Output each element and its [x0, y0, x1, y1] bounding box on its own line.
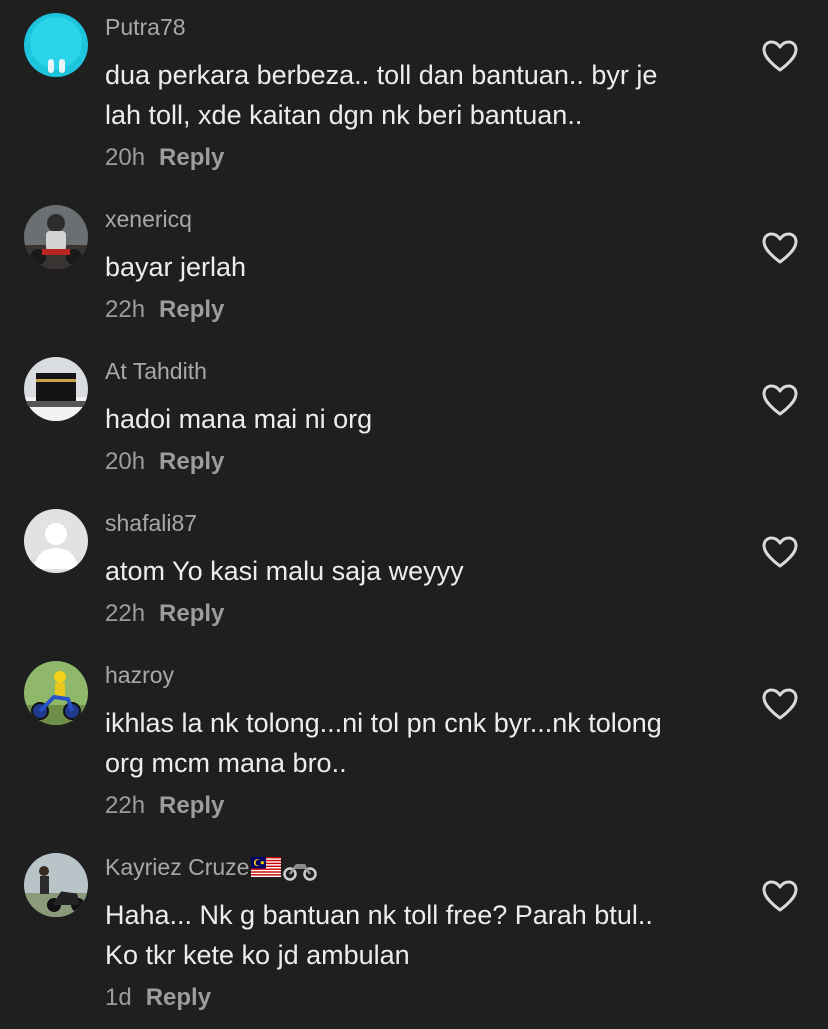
comment-list: Putra78 dua perkara berbeza.. toll dan b…: [0, 0, 828, 1029]
comment-meta: 22h Reply: [105, 293, 745, 327]
comment-text-line: ikhlas la nk tolong...ni tol pn cnk byr.…: [105, 708, 662, 738]
comment-text-line: lah toll, xde kaitan dgn nk beri bantuan…: [105, 100, 583, 130]
reply-button[interactable]: Reply: [146, 984, 211, 1011]
comment-meta: 20h Reply: [105, 141, 745, 175]
reply-button[interactable]: Reply: [159, 296, 224, 323]
comment-username-text: Kayriez Cruze: [105, 854, 250, 880]
comment-text: dua perkara berbeza.. toll dan bantuan..…: [105, 55, 745, 135]
motorcycle-emoji: [283, 864, 318, 881]
comment-text-line: hadoi mana mai ni org: [105, 404, 373, 434]
comment-text-line: dua perkara berbeza.. toll dan bantuan..…: [105, 60, 658, 90]
avatar[interactable]: [24, 13, 88, 77]
malaysia-flag-emoji: [251, 857, 282, 877]
heart-outline-icon[interactable]: [760, 229, 800, 269]
comment-username[interactable]: At Tahdith: [105, 357, 745, 385]
comment-text: Haha... Nk g bantuan nk toll free? Parah…: [105, 895, 745, 975]
heart-outline-icon[interactable]: [760, 37, 800, 77]
comment-username[interactable]: shafali87: [105, 509, 745, 537]
reply-button[interactable]: Reply: [159, 144, 224, 171]
comment-text: ikhlas la nk tolong...ni tol pn cnk byr.…: [105, 703, 745, 783]
comment-timestamp: 20h: [105, 448, 146, 475]
comment-timestamp: 22h: [105, 600, 146, 627]
avatar[interactable]: [24, 205, 88, 269]
comment-username[interactable]: xenericq: [105, 205, 745, 233]
comment-text: bayar jerlah: [105, 247, 745, 287]
default-avatar-icon[interactable]: [24, 509, 88, 573]
comment-meta: 1d Reply: [105, 981, 745, 1015]
reply-button[interactable]: Reply: [159, 448, 224, 475]
reply-button[interactable]: Reply: [159, 792, 224, 819]
comment-username[interactable]: hazroy: [105, 661, 745, 689]
comment-text-line: org mcm mana bro..: [105, 748, 347, 778]
avatar[interactable]: [24, 661, 88, 725]
reply-button[interactable]: Reply: [159, 600, 224, 627]
comment-meta: 22h Reply: [105, 597, 745, 631]
comment-timestamp: 20h: [105, 144, 146, 171]
comment-timestamp: 1d: [105, 984, 132, 1011]
comment-timestamp: 22h: [105, 792, 146, 819]
heart-outline-icon[interactable]: [760, 685, 800, 725]
heart-outline-icon[interactable]: [760, 533, 800, 573]
comment-text: hadoi mana mai ni org: [105, 399, 745, 439]
comment-timestamp: 22h: [105, 296, 146, 323]
comment-text-line: bayar jerlah: [105, 252, 247, 282]
comment-username[interactable]: Kayriez Cruze: [105, 853, 745, 881]
heart-outline-icon[interactable]: [760, 877, 800, 917]
comment-meta: 20h Reply: [105, 445, 745, 479]
comment-text-line: Ko tkr kete ko jd ambulan: [105, 940, 410, 970]
comment-text-line: atom Yo kasi malu saja weyyy: [105, 556, 464, 586]
comment-text-line: Haha... Nk g bantuan nk toll free? Parah…: [105, 900, 653, 930]
avatar[interactable]: [24, 853, 88, 917]
comment-meta: 22h Reply: [105, 789, 745, 823]
comment-username[interactable]: Putra78: [105, 13, 745, 41]
avatar[interactable]: [24, 357, 88, 421]
comment-text: atom Yo kasi malu saja weyyy: [105, 551, 745, 591]
heart-outline-icon[interactable]: [760, 381, 800, 421]
